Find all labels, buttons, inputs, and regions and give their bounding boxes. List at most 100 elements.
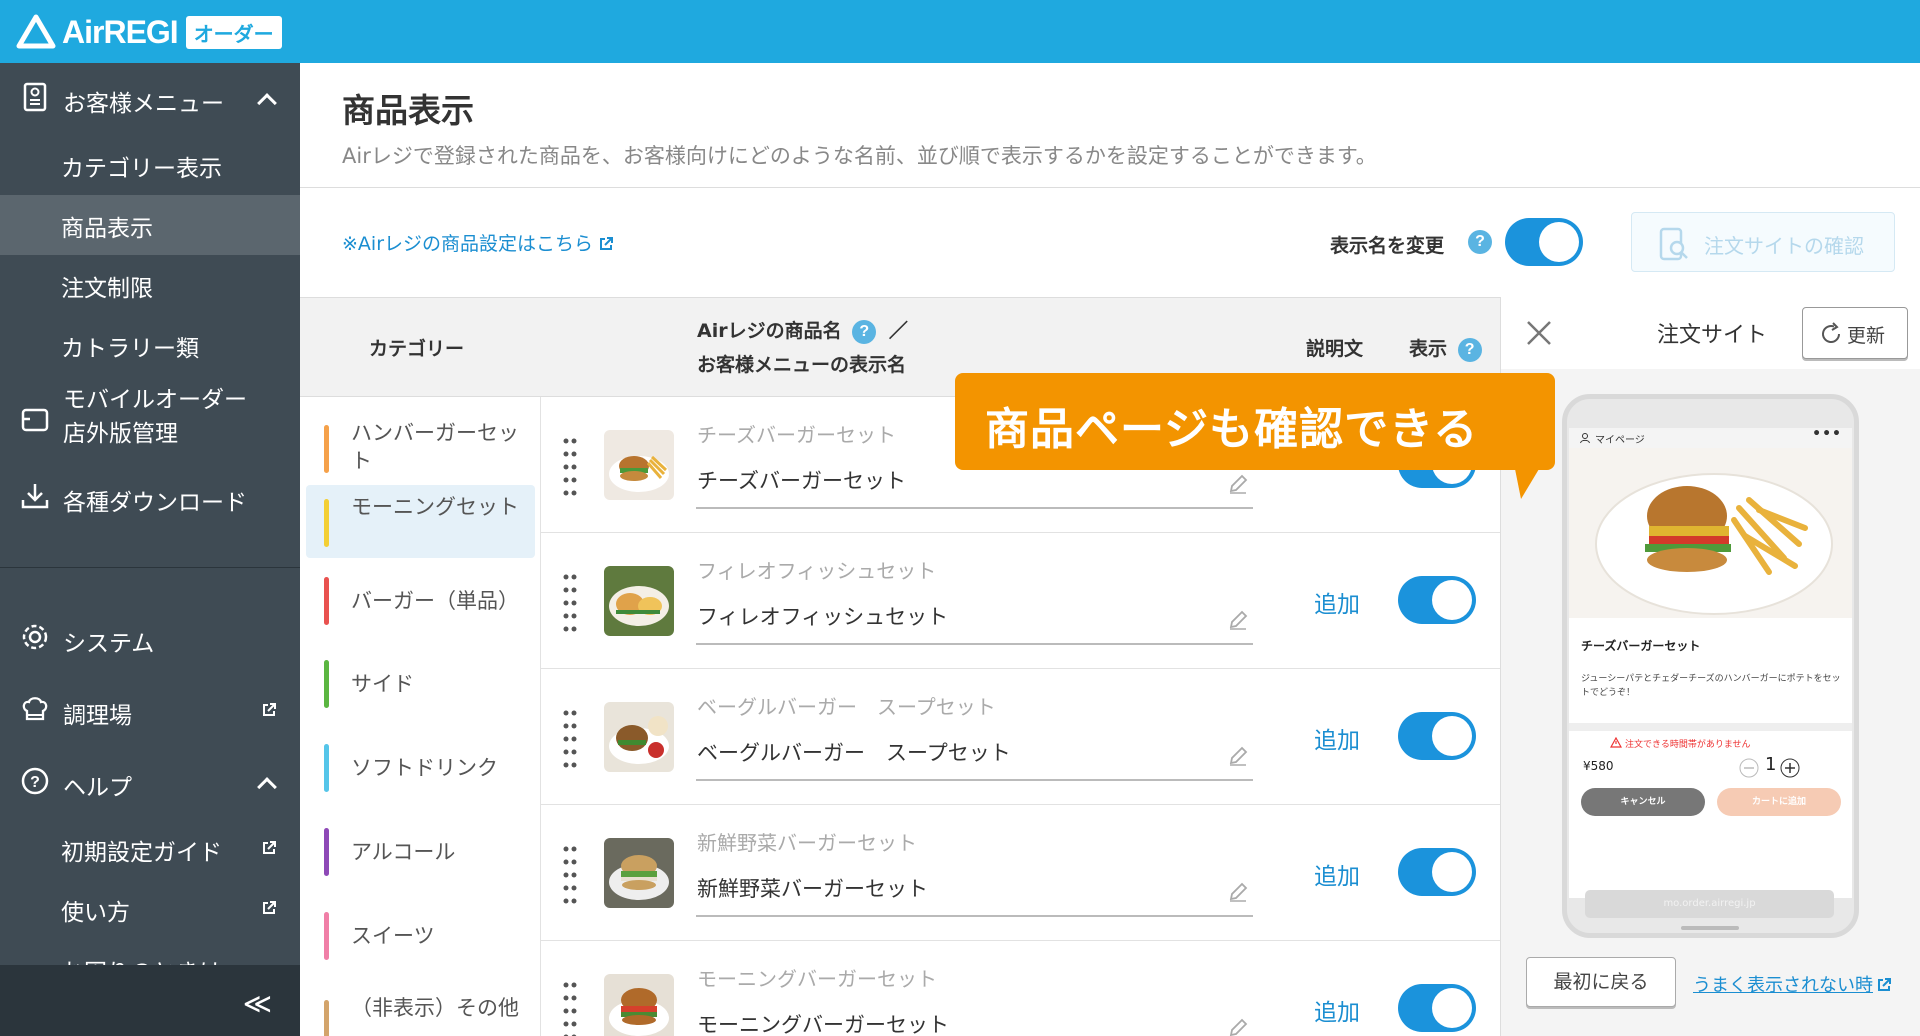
brand-logo[interactable]: AirREGI オーダー bbox=[16, 12, 282, 52]
sidebar-kitchen-label: 調理場 bbox=[63, 703, 132, 729]
page-title: 商品表示 bbox=[342, 91, 474, 130]
product-detail-title: チーズバーガーセット bbox=[1581, 639, 1701, 653]
table-row[interactable]: 新鮮野菜バーガーセット 新鮮野菜バーガーセット 追加 bbox=[541, 805, 1500, 941]
my-page-link[interactable]: マイページ bbox=[1595, 431, 1645, 446]
category-item[interactable]: スイーツ bbox=[306, 902, 535, 975]
airregi-product-settings-link[interactable]: ※Airレジの商品設定はこちら bbox=[342, 229, 614, 256]
sidebar-section-guest-menu[interactable]: お客様メニュー bbox=[0, 63, 300, 135]
rename-help-icon[interactable]: ? bbox=[1468, 230, 1492, 254]
display-name-input[interactable]: 新鮮野菜バーガーセット bbox=[697, 873, 928, 903]
sidebar-item-label: 使い方 bbox=[61, 900, 130, 926]
more-icon[interactable]: ••• bbox=[1812, 428, 1842, 442]
category-label: サイド bbox=[351, 672, 414, 696]
add-description-link[interactable]: 追加 bbox=[1314, 721, 1360, 755]
product-photo bbox=[1569, 448, 1852, 618]
category-item[interactable]: サイド bbox=[306, 650, 535, 723]
sidebar-section-downloads[interactable]: 各種ダウンロード bbox=[0, 467, 300, 527]
plus-icon[interactable] bbox=[1780, 758, 1800, 778]
column-header-category: カテゴリー bbox=[369, 338, 465, 360]
category-item[interactable]: バーガー（単品） bbox=[306, 567, 535, 640]
column-header-display-name: お客様メニューの表示名 bbox=[697, 354, 907, 376]
reset-button[interactable]: 最初に戻る bbox=[1526, 957, 1676, 1007]
category-color-bar bbox=[324, 660, 329, 708]
drag-handle-icon[interactable] bbox=[563, 709, 577, 769]
sidebar-item-category-display[interactable]: カテゴリー表示 bbox=[0, 135, 300, 195]
trouble-link-label: うまく表示されない時 bbox=[1693, 975, 1873, 996]
display-name-input[interactable]: チーズバーガーセット bbox=[697, 465, 906, 495]
sidebar-item-label: 商品表示 bbox=[61, 216, 153, 242]
input-underline bbox=[696, 507, 1253, 509]
order-warning-text: 注文できる時間帯がありません bbox=[1625, 740, 1751, 750]
visibility-toggle[interactable] bbox=[1398, 848, 1476, 896]
sidebar-footer: ≪ bbox=[0, 965, 300, 1036]
display-name-input[interactable]: ベーグルバーガー スープセット bbox=[697, 737, 1011, 767]
column-header-display: 表示 ? bbox=[1409, 334, 1482, 362]
category-item[interactable]: アルコール bbox=[306, 818, 535, 891]
product-price: ¥580 bbox=[1583, 759, 1614, 773]
drag-handle-icon[interactable] bbox=[563, 845, 577, 905]
collapse-sidebar-icon[interactable]: ≪ bbox=[243, 987, 272, 1020]
mobile-order-line2: 店外版管理 bbox=[63, 421, 178, 447]
refresh-button[interactable]: 更新 bbox=[1802, 307, 1908, 359]
category-item[interactable]: ハンバーガーセット bbox=[306, 407, 535, 480]
phone-cancel-button[interactable]: キャンセル bbox=[1581, 788, 1705, 816]
sidebar-section-help[interactable]: ? ヘルプ bbox=[0, 752, 300, 812]
product-thumbnail bbox=[604, 838, 674, 908]
mobile-order-icon bbox=[21, 408, 49, 432]
sidebar-item-label: 注文制限 bbox=[61, 276, 153, 302]
category-item[interactable]: （非表示）その他 bbox=[306, 992, 535, 1036]
rename-toggle[interactable] bbox=[1505, 218, 1583, 266]
callout-text: 商品ページも確認できる bbox=[985, 404, 1479, 455]
pencil-icon[interactable] bbox=[1227, 473, 1249, 495]
confirm-order-site-label: 注文サイトの確認 bbox=[1704, 234, 1864, 258]
category-label: （非表示）その他 bbox=[351, 996, 519, 1020]
add-description-link[interactable]: 追加 bbox=[1314, 857, 1360, 891]
sidebar-item-setup-guide[interactable]: 初期設定ガイド bbox=[0, 819, 300, 879]
category-color-bar bbox=[324, 744, 329, 792]
drag-handle-icon[interactable] bbox=[563, 437, 577, 497]
sidebar-system-label: システム bbox=[63, 631, 155, 657]
sidebar-item-label: カテゴリー表示 bbox=[61, 156, 222, 182]
phone-add-to-cart-button[interactable]: カートに追加 bbox=[1717, 788, 1841, 816]
sidebar-item-order-limit[interactable]: 注文制限 bbox=[0, 255, 300, 315]
display-name-input[interactable]: フィレオフィッシュセット bbox=[697, 601, 948, 631]
airregi-logo-icon bbox=[16, 14, 56, 49]
visibility-toggle[interactable] bbox=[1398, 576, 1476, 624]
product-header-line1: Airレジの商品名 bbox=[697, 320, 842, 342]
category-list: ハンバーガーセット モーニングセット バーガー（単品） サイド ソフトドリンク … bbox=[300, 397, 541, 1036]
drag-handle-icon[interactable] bbox=[563, 981, 577, 1036]
sidebar-help-label: ヘルプ bbox=[63, 775, 132, 801]
close-icon[interactable] bbox=[1525, 319, 1553, 347]
sidebar-item-product-display[interactable]: 商品表示 bbox=[0, 195, 300, 255]
visibility-toggle[interactable] bbox=[1398, 984, 1476, 1032]
table-row[interactable]: モーニングバーガーセット モーニングバーガーセット 追加 bbox=[541, 941, 1500, 1036]
pencil-icon[interactable] bbox=[1227, 609, 1249, 631]
add-description-link[interactable]: 追加 bbox=[1314, 993, 1360, 1027]
pencil-icon[interactable] bbox=[1227, 881, 1249, 903]
display-name-input[interactable]: モーニングバーガーセット bbox=[697, 1009, 949, 1036]
product-name-help-icon[interactable]: ? bbox=[852, 320, 877, 344]
sidebar-section-mobile-order[interactable]: モバイルオーダー 店外版管理 bbox=[0, 381, 300, 457]
sidebar-item-how-to-use[interactable]: 使い方 bbox=[0, 879, 300, 939]
drag-handle-icon[interactable] bbox=[563, 573, 577, 633]
add-description-link[interactable]: 追加 bbox=[1314, 585, 1360, 619]
category-item-active[interactable]: モーニングセット bbox=[306, 485, 535, 558]
sidebar-section-kitchen[interactable]: 調理場 bbox=[0, 680, 300, 740]
minus-icon[interactable] bbox=[1739, 758, 1759, 778]
airregi-link-label: ※Airレジの商品設定はこちら bbox=[342, 233, 594, 255]
sidebar-section-system[interactable]: システム bbox=[0, 608, 300, 668]
display-help-icon[interactable]: ? bbox=[1457, 338, 1482, 362]
pencil-icon[interactable] bbox=[1227, 1017, 1249, 1036]
category-item[interactable]: ソフトドリンク bbox=[306, 734, 535, 807]
confirm-order-site-button[interactable]: 注文サイトの確認 bbox=[1631, 212, 1895, 272]
category-label: ハンバーガーセット bbox=[351, 421, 519, 473]
table-row[interactable]: フィレオフィッシュセット フィレオフィッシュセット 追加 bbox=[541, 533, 1500, 669]
phone-topbar: マイページ ••• bbox=[1569, 428, 1852, 448]
input-underline bbox=[696, 915, 1253, 917]
display-trouble-link[interactable]: うまく表示されない時 bbox=[1693, 971, 1891, 997]
visibility-toggle[interactable] bbox=[1398, 712, 1476, 760]
sidebar-item-cutlery[interactable]: カトラリー類 bbox=[0, 315, 300, 375]
pencil-icon[interactable] bbox=[1227, 745, 1249, 767]
preview-title: 注文サイト bbox=[1657, 323, 1768, 348]
table-row[interactable]: ベーグルバーガー スープセット ベーグルバーガー スープセット 追加 bbox=[541, 669, 1500, 805]
